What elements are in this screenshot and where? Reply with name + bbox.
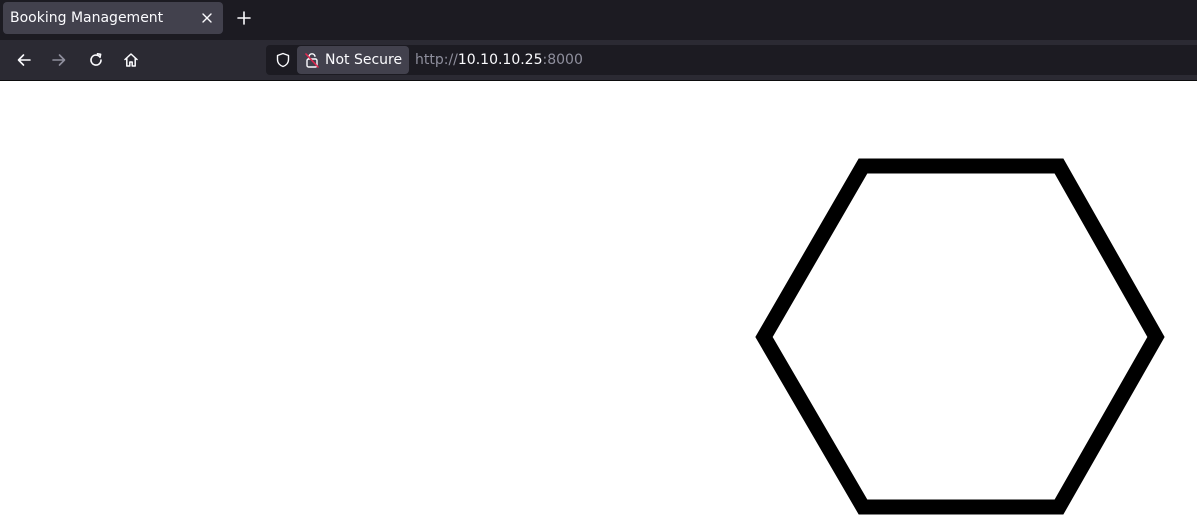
shield-icon[interactable] (274, 51, 292, 69)
close-icon[interactable] (197, 8, 217, 28)
page-content (0, 82, 1197, 525)
url-bar[interactable]: Not Secure http://10.10.10.25:8000 (266, 45, 1197, 75)
url-scheme: http:// (415, 52, 458, 68)
tab-title: Booking Management (10, 10, 164, 26)
url-text[interactable]: http://10.10.10.25:8000 (415, 52, 583, 68)
insecure-lock-icon (305, 52, 319, 68)
site-security-button[interactable]: Not Secure (297, 46, 409, 74)
reload-icon[interactable] (84, 48, 108, 72)
security-status-label: Not Secure (325, 52, 403, 68)
hexagon-outline (755, 158, 1165, 515)
plus-icon[interactable] (233, 7, 255, 29)
url-port: :8000 (542, 52, 583, 68)
arrow-left-icon[interactable] (12, 48, 36, 72)
hexagon-graphic (755, 158, 1165, 515)
tab-booking-management[interactable]: Booking Management (3, 2, 223, 34)
home-icon[interactable] (119, 48, 143, 72)
tab-bar: Booking Management (0, 0, 1197, 40)
navigation-toolbar: Not Secure http://10.10.10.25:8000 (0, 40, 1197, 81)
arrow-right-icon[interactable] (47, 48, 71, 72)
url-host: 10.10.10.25 (457, 52, 543, 68)
